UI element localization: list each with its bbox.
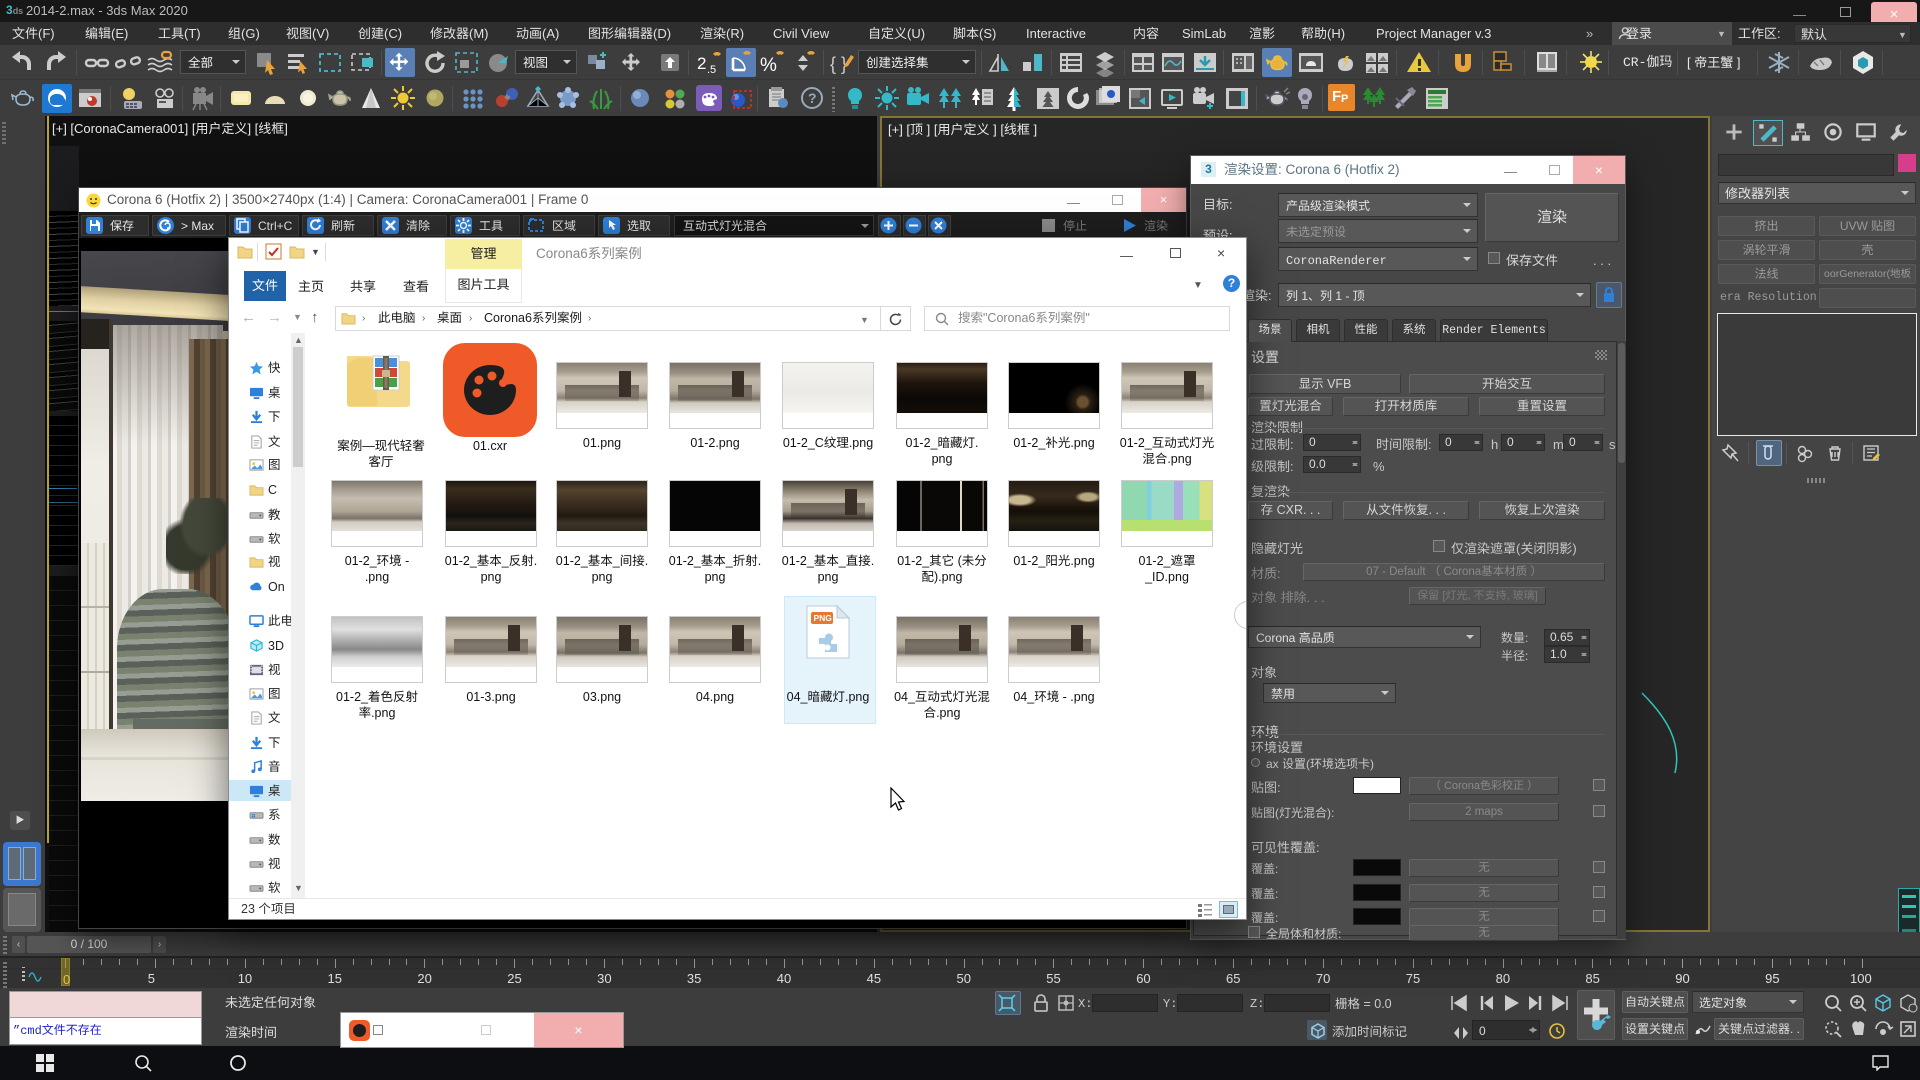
svg-text:%: % [760,55,777,76]
svg-text:PNG: PNG [814,613,833,623]
svg-text:{ }: { } [830,54,847,74]
svg-text:?: ? [808,90,817,106]
svg-text:.5: .5 [707,64,716,76]
svg-text:2: 2 [697,54,706,73]
